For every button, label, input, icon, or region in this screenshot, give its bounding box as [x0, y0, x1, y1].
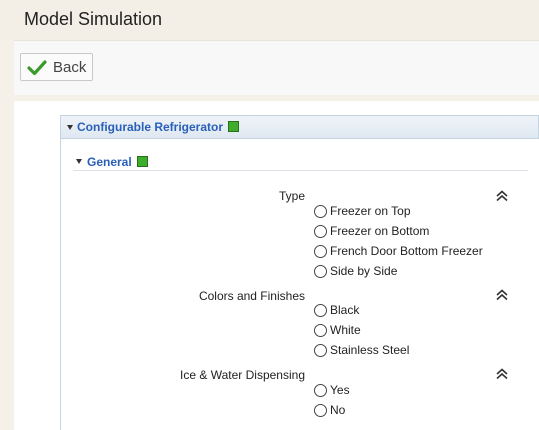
field-label-type: Type — [278, 189, 305, 203]
collapse-icon[interactable] — [495, 190, 509, 202]
radio-button[interactable] — [314, 344, 327, 357]
status-icon — [136, 156, 148, 167]
radio-option-label: Black — [330, 303, 360, 317]
radio-option-label: French Door Bottom Freezer — [330, 244, 483, 258]
collapse-icon[interactable] — [495, 368, 509, 380]
radio-option-label: Freezer on Bottom — [330, 224, 430, 238]
field-label-ice-water: Ice & Water Dispensing — [180, 368, 305, 382]
radio-button[interactable] — [314, 404, 327, 417]
radio-option-label: No — [330, 403, 346, 417]
section-divider — [73, 170, 528, 171]
radio-button[interactable] — [314, 304, 327, 317]
section-title[interactable]: General — [87, 155, 148, 169]
radio-option-label: Yes — [330, 383, 350, 397]
radio-button[interactable] — [314, 205, 327, 218]
check-icon — [27, 60, 47, 76]
back-button[interactable]: Back — [20, 53, 93, 81]
collapse-icon[interactable] — [495, 289, 509, 301]
panel-title: Configurable Refrigerator — [77, 120, 240, 134]
radio-option-label: Stainless Steel — [330, 343, 410, 357]
panel-header[interactable]: Configurable Refrigerator — [60, 115, 539, 139]
radio-button[interactable] — [314, 245, 327, 258]
radio-button[interactable] — [314, 384, 327, 397]
radio-button[interactable] — [314, 225, 327, 238]
caret-down-icon[interactable] — [67, 125, 73, 130]
field-label-colors: Colors and Finishes — [198, 289, 305, 303]
caret-down-icon[interactable] — [76, 159, 82, 164]
title-bar: Model Simulation — [0, 0, 539, 40]
radio-option-label: Side by Side — [330, 264, 398, 278]
status-icon — [228, 121, 240, 132]
radio-button[interactable] — [314, 324, 327, 337]
radio-option-label: White — [330, 323, 361, 337]
page-title: Model Simulation — [24, 9, 163, 29]
radio-button[interactable] — [314, 265, 327, 278]
content-area: Configurable Refrigerator General Type F… — [14, 101, 539, 430]
toolbar: Back — [14, 40, 539, 95]
radio-option-label: Freezer on Top — [330, 204, 411, 218]
back-label: Back — [53, 59, 87, 76]
